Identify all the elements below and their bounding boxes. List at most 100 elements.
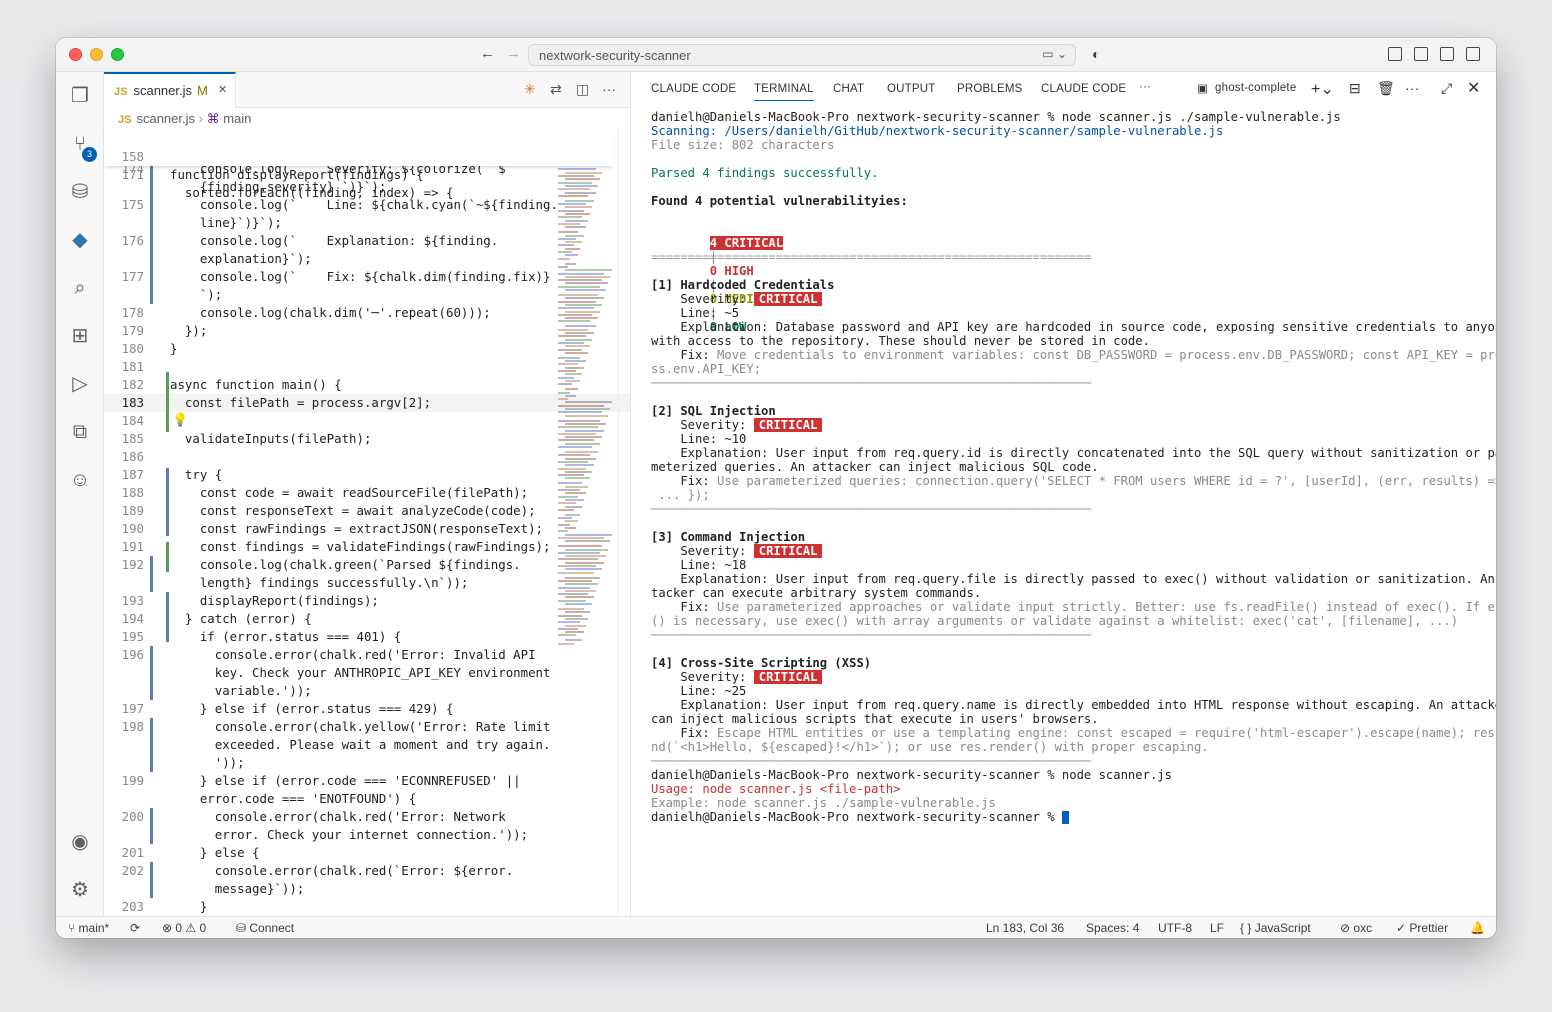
encoding[interactable]: UTF-8 <box>1158 921 1192 935</box>
compare-changes-icon[interactable]: ⇄ <box>550 81 562 98</box>
code-line[interactable]: 187 try { <box>104 466 630 484</box>
settings-gear-icon[interactable]: ⚙ <box>68 878 92 902</box>
code-line[interactable]: error. Check your internet connection.')… <box>104 826 630 844</box>
git-change-marker[interactable] <box>150 646 153 664</box>
terminal-name[interactable]: ghost-complete <box>1215 82 1296 94</box>
code-line[interactable]: 199 } else if (error.code === 'ECONNREFU… <box>104 772 630 790</box>
git-change-marker[interactable] <box>150 556 153 574</box>
code-line[interactable]: exceeded. Please wait a moment and try a… <box>104 736 630 754</box>
code-line[interactable]: key. Check your ANTHROPIC_API_KEY enviro… <box>104 664 630 682</box>
oxc-indicator[interactable]: ⊘ oxc <box>1340 921 1372 935</box>
git-change-marker[interactable] <box>150 214 153 232</box>
sticky-line[interactable]: 158 function displayReport(findings) { <box>104 130 630 182</box>
code-line[interactable]: `); <box>104 286 630 304</box>
code-line[interactable]: 186 <box>104 448 630 466</box>
toggle-panel-icon[interactable] <box>1440 47 1454 61</box>
code-line[interactable]: 198 console.error(chalk.yellow('Error: R… <box>104 718 630 736</box>
toggle-primary-sidebar-icon[interactable] <box>1414 47 1428 61</box>
toggle-secondary-sidebar-icon[interactable] <box>1466 47 1480 61</box>
git-change-marker[interactable] <box>150 880 153 898</box>
git-change-marker[interactable] <box>150 718 153 736</box>
branch-indicator[interactable]: ⑂ main* <box>68 921 109 935</box>
indentation[interactable]: Spaces: 4 <box>1086 921 1139 935</box>
notifications-bell-icon[interactable]: 🔔 <box>1470 921 1485 935</box>
split-terminal-icon[interactable]: ⊟ <box>1349 80 1361 97</box>
git-change-marker[interactable] <box>150 826 153 844</box>
code-line[interactable]: 202 console.error(chalk.red(`Error: ${er… <box>104 862 630 880</box>
more-actions-icon[interactable]: ··· <box>602 81 616 97</box>
claude-icon[interactable]: ✳ <box>524 81 536 98</box>
code-line[interactable]: 178 console.log(chalk.dim('─'.repeat(60)… <box>104 304 630 322</box>
python-icon[interactable]: ◆ <box>68 228 92 252</box>
new-terminal-icon[interactable]: +⌄ <box>1311 79 1334 99</box>
cursor-position[interactable]: Ln 183, Col 36 <box>986 921 1064 935</box>
code-line[interactable]: 200 console.error(chalk.red('Error: Netw… <box>104 808 630 826</box>
close-tab-icon[interactable]: × <box>218 81 227 98</box>
git-change-marker[interactable] <box>150 808 153 826</box>
code-line[interactable]: 190 const rawFindings = extractJSON(resp… <box>104 520 630 538</box>
tab-scanner-js[interactable]: JS scanner.js M × <box>104 72 236 108</box>
code-line[interactable]: ')); <box>104 754 630 772</box>
code-line[interactable]: 182 async function main() { <box>104 376 630 394</box>
extensions-icon[interactable]: ⊞ <box>68 324 92 348</box>
breadcrumb-symbol[interactable]: main <box>223 111 251 126</box>
layout-customize-icon[interactable] <box>1388 47 1402 61</box>
kill-terminal-icon[interactable]: 🗑 <box>1377 80 1395 97</box>
split-editor-icon[interactable]: ◫ <box>576 81 589 98</box>
code-line[interactable]: 201 } else { <box>104 844 630 862</box>
code-line[interactable]: 188 const code = await readSourceFile(fi… <box>104 484 630 502</box>
code-line[interactable]: 203 } <box>104 898 630 916</box>
code-line[interactable]: variable.')); <box>104 682 630 700</box>
zoom-window-button[interactable] <box>111 48 124 61</box>
code-line[interactable]: 194 } catch (error) { <box>104 610 630 628</box>
more-tabs-icon[interactable]: ··· <box>1139 81 1151 93</box>
code-line[interactable]: 195 if (error.status === 401) { <box>104 628 630 646</box>
chat-icon[interactable]: ▭ ⌄ <box>1042 47 1067 61</box>
code-line[interactable]: message}`)); <box>104 880 630 898</box>
code-line[interactable]: 183 const filePath = process.argv[2]; <box>104 394 630 412</box>
code-line[interactable]: 192 console.log(chalk.green(`Parsed ${fi… <box>104 556 630 574</box>
explorer-icon[interactable]: ❐ <box>68 84 92 108</box>
code-line[interactable]: 181 <box>104 358 630 376</box>
git-change-marker[interactable] <box>150 862 153 880</box>
accounts-icon[interactable]: ◉ <box>68 830 92 854</box>
git-change-marker[interactable] <box>150 682 153 700</box>
git-change-marker[interactable] <box>150 754 153 772</box>
search-icon[interactable]: ⌕ <box>68 276 92 300</box>
sticky-line[interactable]: 171 sorted.forEach((finding, index) => { <box>104 148 630 200</box>
code-line[interactable]: 185 validateInputs(filePath); <box>104 430 630 448</box>
remote-explorer-icon[interactable]: ⧉ <box>68 420 92 444</box>
code-line[interactable]: 189 const responseText = await analyzeCo… <box>104 502 630 520</box>
git-change-marker[interactable] <box>150 250 153 268</box>
tab-output[interactable]: OUTPUT <box>887 83 935 95</box>
run-debug-icon[interactable]: ▷ <box>68 372 92 396</box>
code-line[interactable]: 180} <box>104 340 630 358</box>
terminal-more-icon[interactable]: ··· <box>1405 80 1420 96</box>
language-mode[interactable]: { } JavaScript <box>1240 921 1311 935</box>
code-line[interactable]: error.code === 'ENOTFOUND') { <box>104 790 630 808</box>
minimap[interactable] <box>558 130 614 650</box>
database-icon[interactable]: ⛁ <box>68 180 92 204</box>
code-line[interactable]: 179 }); <box>104 322 630 340</box>
git-change-marker[interactable] <box>150 268 153 286</box>
code-line[interactable]: explanation}`); <box>104 250 630 268</box>
git-change-marker[interactable] <box>150 736 153 754</box>
git-change-marker[interactable] <box>150 574 153 592</box>
code-line[interactable]: 197 } else if (error.status === 429) { <box>104 700 630 718</box>
git-change-marker[interactable] <box>150 286 153 304</box>
maximize-panel-icon[interactable]: ⤢ <box>1441 80 1452 97</box>
prettier-indicator[interactable]: ✓ Prettier <box>1396 921 1448 935</box>
tab-claude-code-2[interactable]: CLAUDE CODE <box>1041 83 1126 95</box>
minimize-window-button[interactable] <box>90 48 103 61</box>
connect-indicator[interactable]: ⛁ Connect <box>236 921 294 935</box>
problems-indicator[interactable]: ⊗ 0 ⚠ 0 <box>162 921 206 935</box>
code-line[interactable]: 196 console.error(chalk.red('Error: Inva… <box>104 646 630 664</box>
command-center-search[interactable]: nextwork-security-scanner ▭ ⌄ <box>528 44 1076 66</box>
line-ending[interactable]: LF <box>1210 921 1224 935</box>
git-change-marker[interactable] <box>150 232 153 250</box>
back-arrow-icon[interactable]: ← <box>480 45 495 62</box>
copilot-icon[interactable]: ◐ <box>1092 46 1100 62</box>
code-line[interactable]: length} findings successfully.\n`)); <box>104 574 630 592</box>
code-line[interactable]: 184 💡 <box>104 412 630 430</box>
tab-claude-code[interactable]: CLAUDE CODE <box>651 83 736 95</box>
